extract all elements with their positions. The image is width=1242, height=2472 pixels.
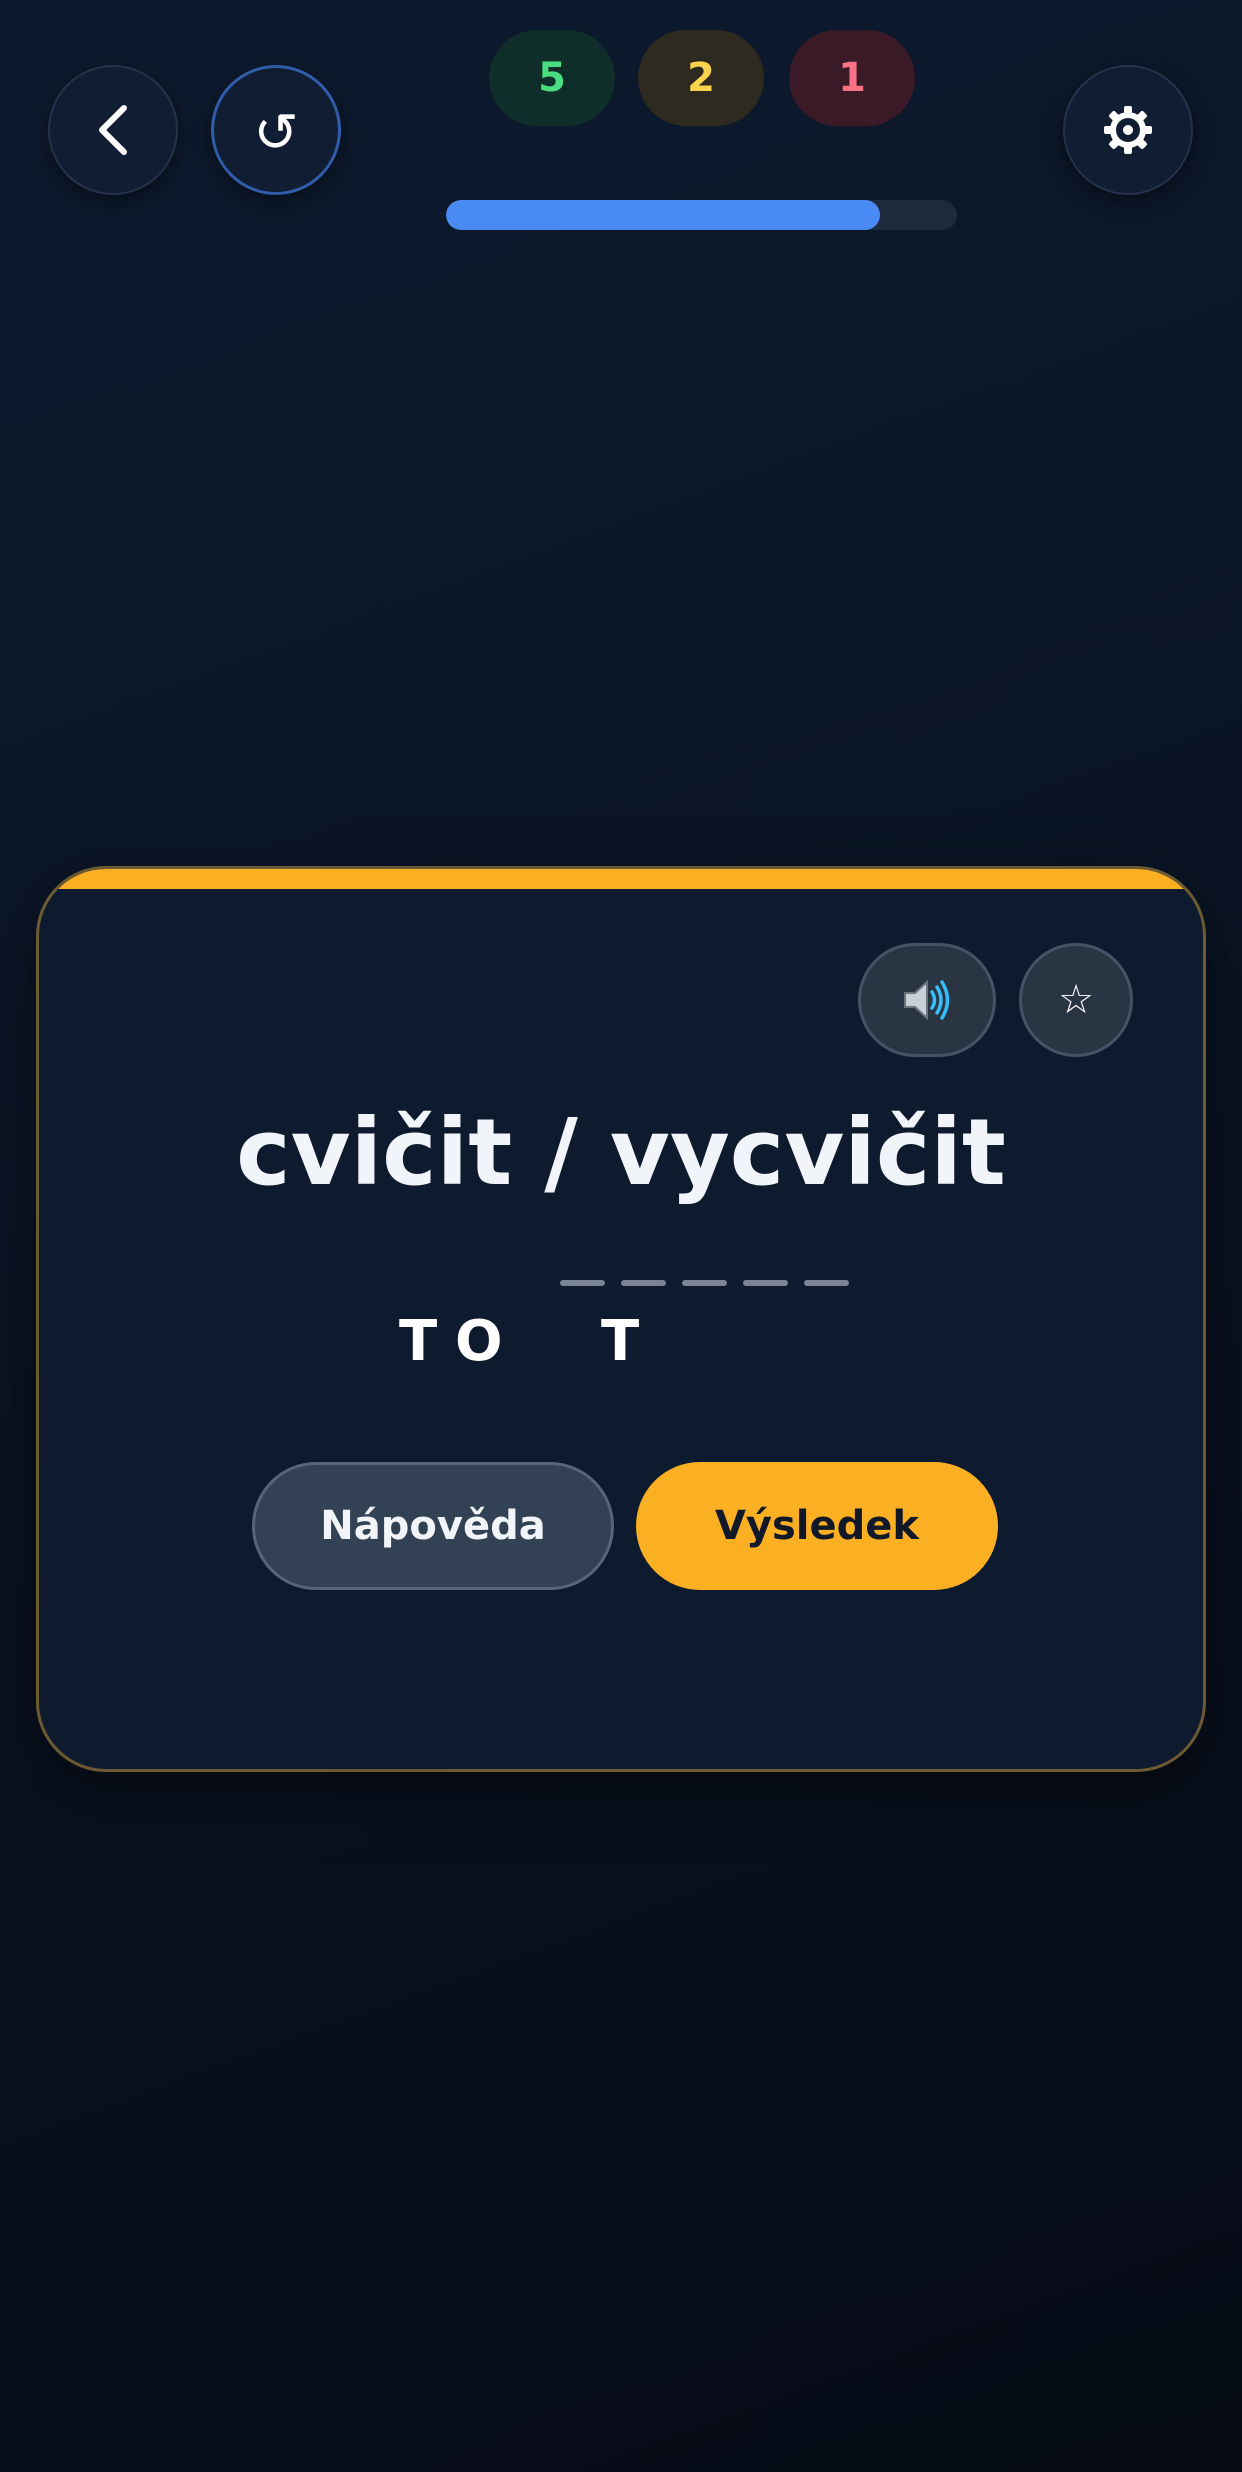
answer-letter: O bbox=[455, 1309, 503, 1374]
correct-count-badge: 5 bbox=[489, 30, 615, 126]
hint-button[interactable]: Nápověda bbox=[252, 1462, 614, 1590]
favorite-button[interactable]: ☆ bbox=[1019, 943, 1133, 1057]
partial-count: 2 bbox=[687, 55, 715, 101]
rotate-ccw-icon: ↺ bbox=[253, 101, 299, 164]
correct-count: 5 bbox=[538, 55, 566, 101]
progress-fill bbox=[446, 200, 881, 230]
partial-count-badge: 2 bbox=[638, 30, 764, 126]
hint-button-label: Nápověda bbox=[320, 1503, 546, 1549]
star-icon: ☆ bbox=[1058, 977, 1094, 1023]
play-sound-button[interactable] bbox=[858, 943, 996, 1057]
answer-letter: T bbox=[601, 1309, 640, 1374]
answer-letter: T bbox=[399, 1309, 438, 1374]
settings-button[interactable] bbox=[1063, 65, 1193, 195]
result-button[interactable]: Výsledek bbox=[636, 1462, 998, 1590]
answer-blank bbox=[743, 1280, 788, 1286]
progress-bar bbox=[446, 200, 957, 230]
answer-blanks bbox=[560, 1280, 849, 1286]
flashcard: ☆ cvičit / vycvičit T O T Nápověda Výsle… bbox=[36, 866, 1206, 1772]
gear-icon bbox=[1104, 106, 1152, 154]
back-button[interactable] bbox=[48, 65, 178, 195]
chevron-left-icon bbox=[99, 105, 127, 155]
wrong-count: 1 bbox=[838, 55, 866, 101]
flashcard-word: cvičit / vycvičit bbox=[236, 1099, 1006, 1206]
answer-blank bbox=[804, 1280, 849, 1286]
answer-blank bbox=[682, 1280, 727, 1286]
result-button-label: Výsledek bbox=[714, 1503, 920, 1549]
reset-button[interactable]: ↺ bbox=[211, 65, 341, 195]
answer-blank bbox=[560, 1280, 605, 1286]
answer-blank bbox=[621, 1280, 666, 1286]
card-accent-bar bbox=[39, 869, 1203, 889]
speaker-icon bbox=[904, 979, 950, 1021]
wrong-count-badge: 1 bbox=[789, 30, 915, 126]
